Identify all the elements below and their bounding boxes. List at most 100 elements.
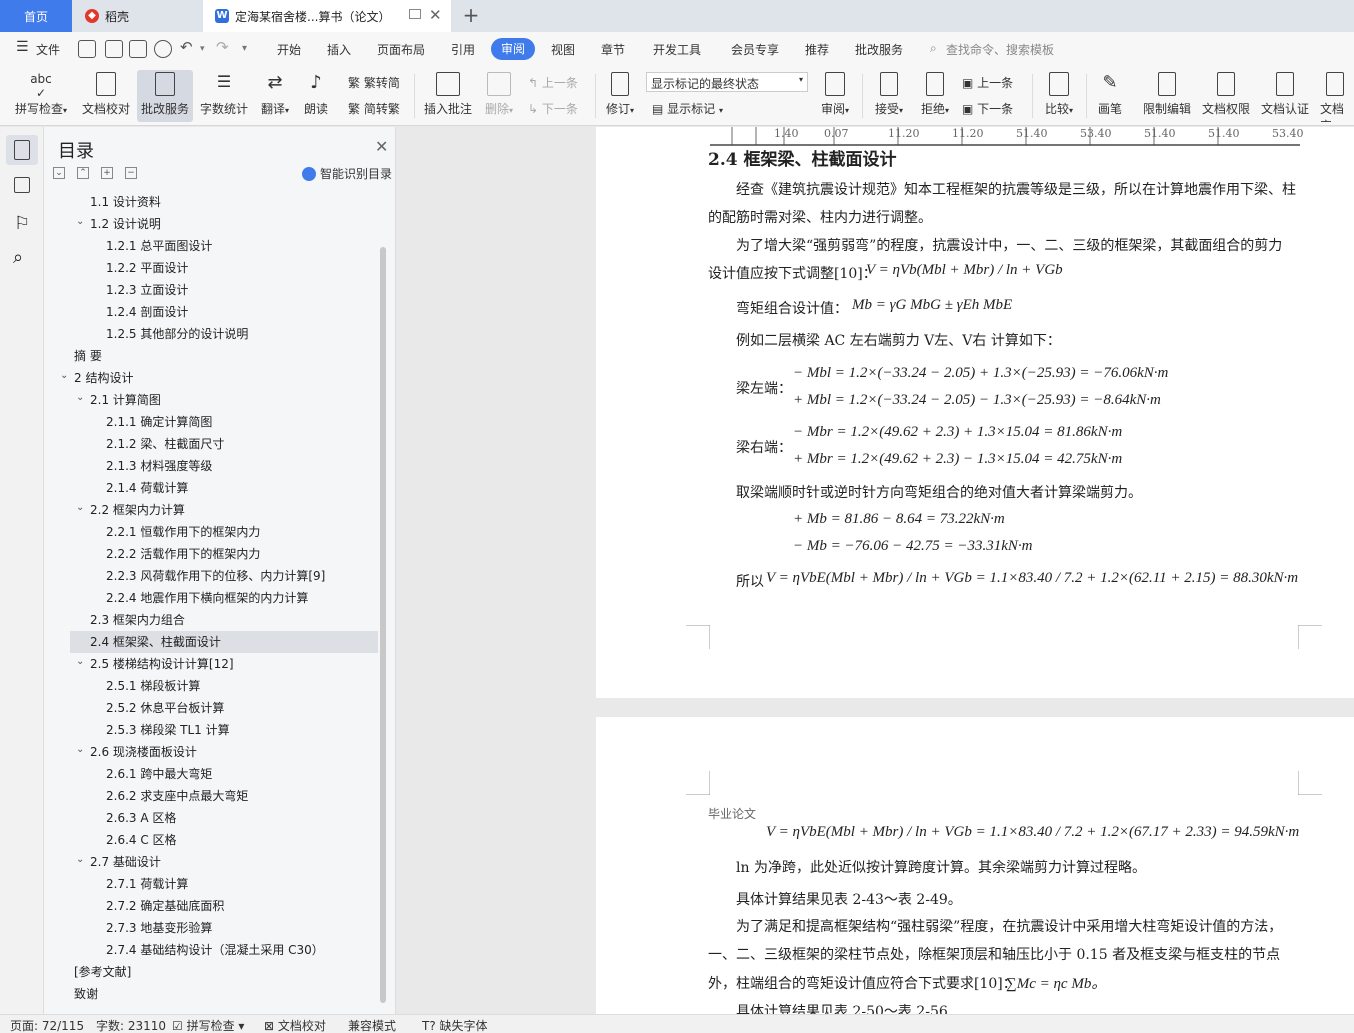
toc-item[interactable]: 2.2.4 地震作用下横向框架的内力计算 <box>106 587 308 609</box>
toc-scrollbar[interactable] <box>380 247 386 1003</box>
simp-to-trad-button[interactable]: 繁 简转繁 <box>348 100 400 117</box>
menu-insert[interactable]: 插入 <box>327 41 351 58</box>
toc-item[interactable]: 1.1 设计资料 <box>90 191 161 213</box>
prev-comment-button[interactable]: ↰ 上一条 <box>528 74 578 91</box>
toc-item[interactable]: 1.2.4 剖面设计 <box>106 301 188 323</box>
command-search[interactable]: 查找命令、搜索模板 <box>946 41 1054 58</box>
undo-dropdown-icon[interactable]: ▾ <box>200 44 205 54</box>
toc-item[interactable]: 2.6.3 A 区格 <box>106 807 176 829</box>
chevron-down-icon[interactable]: ⌄ <box>60 365 68 387</box>
smart-toc-button[interactable]: 智能识别目录 <box>302 165 392 182</box>
close-tab-icon[interactable]: ✕ <box>429 6 442 24</box>
word-count-button[interactable]: ☰ 字数统计 <box>198 70 250 122</box>
tab-home[interactable]: 首页 <box>0 0 72 32</box>
chevron-down-icon[interactable]: ⌄ <box>76 497 84 519</box>
menu-member[interactable]: 会员专享 <box>731 41 779 58</box>
undo-icon[interactable]: ↶ <box>180 38 193 56</box>
save-icon[interactable] <box>78 40 96 58</box>
document-permission-button[interactable]: 文档权限 <box>1200 70 1252 122</box>
menu-file[interactable]: 文件 <box>36 41 60 58</box>
toc-item[interactable]: 2.6.4 C 区格 <box>106 829 177 851</box>
toc-item[interactable]: 1.2.2 平面设计 <box>106 257 188 279</box>
toc-item[interactable]: ⌄ 1.2 设计说明 <box>76 213 161 235</box>
menu-developer[interactable]: 开发工具 <box>653 41 701 58</box>
document-finalize-button[interactable]: 文档定 <box>1320 70 1354 122</box>
toc-item[interactable]: ⌄ 2.1 计算简图 <box>76 389 161 411</box>
chevron-down-icon[interactable]: ⌄ <box>76 849 84 871</box>
markup-state-select[interactable]: 显示标记的最终状态 ▾ <box>646 72 808 92</box>
menu-recommend[interactable]: 推荐 <box>805 41 829 58</box>
menu-layout[interactable]: 页面布局 <box>377 41 425 58</box>
proofread-button[interactable]: 文档校对 <box>80 70 132 122</box>
toc-item[interactable]: ⌄ 2.2 框架内力计算 <box>76 499 185 521</box>
toc-item[interactable]: 1.2.3 立面设计 <box>106 279 188 301</box>
hamburger-icon[interactable]: ☰ <box>16 39 29 55</box>
page-count[interactable]: 页面: 72/115 <box>10 1017 84 1033</box>
toc-item[interactable]: 2.7.1 荷载计算 <box>106 873 188 895</box>
collapse-all-icon[interactable]: ⌃ <box>77 167 89 179</box>
outline-icon[interactable] <box>14 177 30 193</box>
next-change-button[interactable]: ▣ 下一条 <box>962 100 1013 117</box>
chevron-down-icon[interactable]: ⌄ <box>76 211 84 233</box>
toc-item[interactable]: 2.5.1 梯段板计算 <box>106 675 200 697</box>
reject-button[interactable]: 拒绝▾ <box>916 70 954 122</box>
review-pane-button[interactable]: 审阅▾ <box>816 70 854 122</box>
close-icon[interactable]: ✕ <box>375 137 388 156</box>
expand-all-icon[interactable]: ⌄ <box>53 167 65 179</box>
toc-item[interactable]: ⌄ 2.7 基础设计 <box>76 851 161 873</box>
toc-item[interactable]: ⌄ 2.6 现浇楼面板设计 <box>76 741 197 763</box>
menu-correction[interactable]: 批改服务 <box>855 41 903 58</box>
chevron-down-icon[interactable]: ⌄ <box>76 387 84 409</box>
show-markup-button[interactable]: ▤ 显示标记 ▾ <box>652 100 723 117</box>
next-comment-button[interactable]: ↳ 下一条 <box>528 100 578 117</box>
restrict-editing-button[interactable]: 限制编辑 <box>1140 70 1194 122</box>
toc-item[interactable]: 2.1.4 荷载计算 <box>106 477 188 499</box>
menu-chapter[interactable]: 章节 <box>601 41 625 58</box>
new-tab-button[interactable]: + <box>460 5 482 27</box>
chevron-down-icon[interactable]: ⌄ <box>76 739 84 761</box>
menu-reference[interactable]: 引用 <box>451 41 475 58</box>
add-heading-icon[interactable]: + <box>101 167 113 179</box>
toc-item[interactable]: ⌄ 2.5 楼梯结构设计计算[12] <box>76 653 234 675</box>
proofread-status[interactable]: ⊠ 文档校对 <box>264 1017 326 1033</box>
toc-item[interactable]: 2.2.1 恒载作用下的框架内力 <box>106 521 260 543</box>
translate-button[interactable]: ⇄ 翻译▾ <box>256 70 294 122</box>
insert-comment-button[interactable]: 插入批注 <box>422 70 474 122</box>
toc-item[interactable]: 2.5.2 休息平台板计算 <box>106 697 224 719</box>
word-count[interactable]: 字数: 23110 <box>96 1017 166 1033</box>
toc-item[interactable]: 致谢 <box>74 983 98 1005</box>
trad-to-simp-button[interactable]: 繁 繁转简 <box>348 74 400 91</box>
export-icon[interactable] <box>105 40 123 58</box>
toc-item[interactable]: 2.7.3 地基变形验算 <box>106 917 212 939</box>
menu-review[interactable]: 审阅 <box>491 38 535 60</box>
pen-button[interactable]: ✎ 画笔 <box>1094 70 1126 122</box>
toc-item[interactable]: ⌄ 2 结构设计 <box>60 367 133 389</box>
prev-change-button[interactable]: ▣ 上一条 <box>962 74 1013 91</box>
print-icon[interactable] <box>129 40 147 58</box>
toc-item[interactable]: [参考文献] <box>74 961 131 983</box>
toc-item[interactable]: 2.6.2 求支座中点最大弯矩 <box>106 785 248 807</box>
toc-item[interactable]: 2.7.4 基础结构设计（混凝土采用 C30） <box>106 939 324 961</box>
toc-item[interactable]: 1.2.1 总平面图设计 <box>106 235 212 257</box>
toc-nav-icon[interactable] <box>14 140 30 160</box>
toc-item[interactable]: 2.7.2 确定基础底面积 <box>106 895 224 917</box>
bookmark-icon[interactable]: ⚐ <box>14 213 34 234</box>
menu-start[interactable]: 开始 <box>277 41 301 58</box>
tab-daoke[interactable]: ◆ 稻壳 <box>73 0 201 32</box>
correction-service-button[interactable]: 批改服务 <box>137 70 193 122</box>
customize-icon[interactable]: ▾ <box>242 43 247 54</box>
tab-document[interactable]: W 定海某宿舍楼...算书（论文） ✕ <box>203 0 451 32</box>
window-icon[interactable] <box>409 9 421 19</box>
toc-item[interactable]: 2.1.2 梁、柱截面尺寸 <box>106 433 224 455</box>
menu-view[interactable]: 视图 <box>551 41 575 58</box>
toc-item[interactable]: 2.2.2 活载作用下的框架内力 <box>106 543 260 565</box>
chevron-down-icon[interactable]: ⌄ <box>76 651 84 673</box>
spell-check-status[interactable]: ☑ 拼写检查 ▾ <box>172 1017 244 1033</box>
toc-item[interactable]: 2.1.3 材料强度等级 <box>106 455 212 477</box>
toc-item[interactable]: 摘 要 <box>74 345 102 367</box>
toc-item[interactable]: 2.2.3 风荷载作用下的位移、内力计算[9] <box>106 565 325 587</box>
toc-item[interactable]: 2.5.3 梯段梁 TL1 计算 <box>106 719 230 741</box>
track-changes-button[interactable]: 修订▾ <box>600 70 640 122</box>
preview-icon[interactable] <box>154 40 172 58</box>
toc-item[interactable]: 1.2.5 其他部分的设计说明 <box>106 323 248 345</box>
